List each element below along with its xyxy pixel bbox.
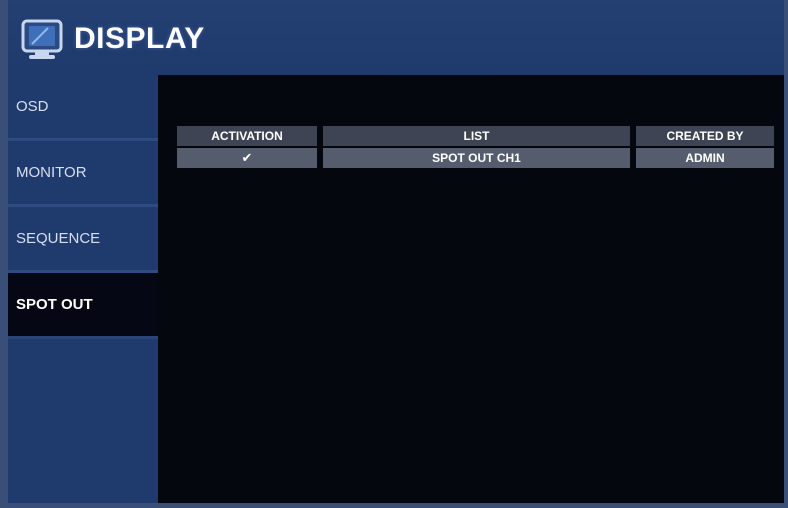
header-bar: DISPLAY xyxy=(8,0,784,75)
created-by-cell: ADMIN xyxy=(636,148,774,168)
list-cell[interactable]: SPOT OUT CH1 xyxy=(323,148,630,168)
table-header-row: ACTIVATION LIST CREATED BY xyxy=(177,126,774,146)
column-header-created-by[interactable]: CREATED BY xyxy=(636,126,774,146)
content-panel: ACTIVATION LIST CREATED BY ✔ SPOT OUT CH… xyxy=(158,75,784,503)
spot-out-table: ACTIVATION LIST CREATED BY ✔ SPOT OUT CH… xyxy=(177,126,774,170)
sidebar-item-label: SPOT OUT xyxy=(16,296,93,313)
sidebar-item-osd[interactable]: OSD xyxy=(8,75,158,141)
sidebar-item-label: SEQUENCE xyxy=(16,230,101,247)
column-header-list[interactable]: LIST xyxy=(323,126,630,146)
table-row[interactable]: ✔ SPOT OUT CH1 ADMIN xyxy=(177,148,774,168)
sidebar-menu: OSD MONITOR SEQUENCE SPOT OUT xyxy=(8,75,158,503)
sidebar-item-label: OSD xyxy=(16,98,49,115)
sidebar-item-spot-out[interactable]: SPOT OUT xyxy=(8,273,158,339)
sidebar-item-sequence[interactable]: SEQUENCE xyxy=(8,207,158,273)
page-title: DISPLAY xyxy=(74,22,205,55)
column-header-activation[interactable]: ACTIVATION xyxy=(177,126,317,146)
display-settings-screen: DISPLAY OSD MONITOR SEQUENCE SPOT OUT AC… xyxy=(0,0,788,508)
monitor-icon xyxy=(21,19,63,59)
activation-cell[interactable]: ✔ xyxy=(177,148,317,168)
checkmark-icon: ✔ xyxy=(241,150,253,165)
sidebar-item-label: MONITOR xyxy=(16,164,87,181)
sidebar-item-monitor[interactable]: MONITOR xyxy=(8,141,158,207)
